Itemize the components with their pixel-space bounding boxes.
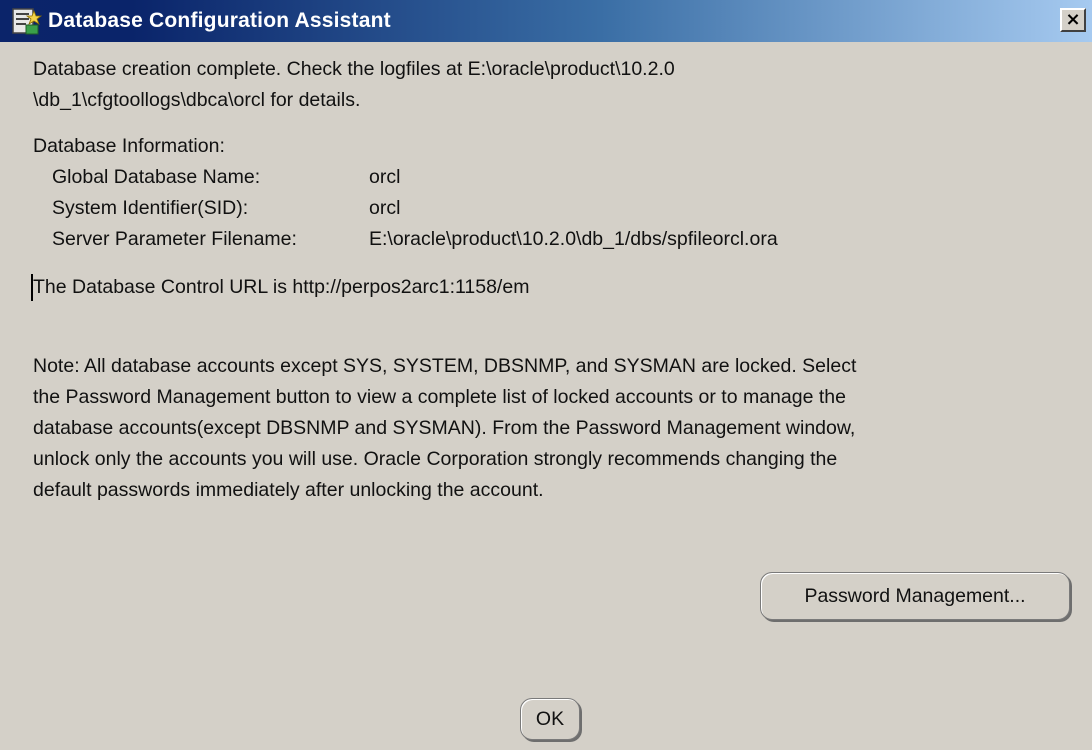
info-row-spfile: Server Parameter Filename: E:\oracle\pro…: [33, 224, 1073, 255]
dbca-dialog: Database Configuration Assistant × Datab…: [0, 0, 1092, 750]
dialog-content: Database creation complete. Check the lo…: [31, 54, 1073, 506]
control-url-label: The Database Control URL is http://perpo…: [33, 276, 530, 298]
note-line: default passwords immediately after unlo…: [33, 479, 544, 501]
note-line: the Password Management button to view a…: [33, 386, 846, 408]
database-assistant-icon: [12, 8, 42, 35]
info-value: orcl: [369, 197, 401, 219]
note-line: Note: All database accounts except SYS, …: [33, 355, 857, 377]
status-message-line-2: \db_1\cfgtoollogs\dbca\orcl for details.: [33, 89, 361, 111]
title-bar[interactable]: Database Configuration Assistant ×: [0, 0, 1092, 44]
text-caret: [31, 274, 33, 301]
password-management-button[interactable]: Password Management...: [760, 572, 1070, 620]
window-title: Database Configuration Assistant: [48, 9, 391, 32]
control-url-text[interactable]: The Database Control URL is http://perpo…: [31, 272, 1073, 303]
database-info-title: Database Information:: [33, 135, 225, 157]
info-row-global-name: Global Database Name: orcl: [33, 162, 1073, 193]
close-icon: ×: [1065, 9, 1081, 30]
info-label: System Identifier(SID):: [52, 197, 249, 219]
note-line: database accounts(except DBSNMP and SYSM…: [33, 417, 856, 439]
info-value: E:\oracle\product\10.2.0\db_1/dbs/spfile…: [369, 228, 778, 250]
info-row-sid: System Identifier(SID): orcl: [33, 193, 1073, 224]
info-label: Global Database Name:: [52, 166, 261, 188]
info-label: Server Parameter Filename:: [52, 228, 297, 250]
info-value: orcl: [369, 166, 401, 188]
ok-button[interactable]: OK: [520, 698, 580, 740]
close-button[interactable]: ×: [1060, 8, 1086, 32]
note-line: unlock only the accounts you will use. O…: [33, 448, 838, 470]
password-note: Note: All database accounts except SYS, …: [33, 351, 1073, 506]
status-message-line-1: Database creation complete. Check the lo…: [33, 58, 675, 80]
